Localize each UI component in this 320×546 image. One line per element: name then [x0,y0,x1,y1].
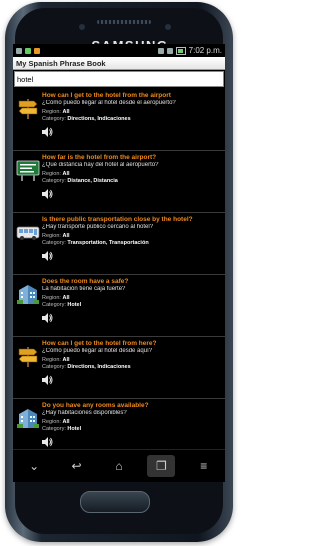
phrase-question: How can I get to the hotel from the airp… [42,92,171,99]
menu-button[interactable]: ≡ [190,455,218,477]
app-icon [34,47,40,54]
phrase-answer: ¿Hay habitaciones disponibles? [42,410,127,416]
region-value: All [62,171,70,177]
region-value: All [62,357,70,363]
phrase-answer: ¿Hay transporte público cercano al hotel… [42,224,154,230]
status-bar: 7:02 p.m. [13,44,225,57]
list-item[interactable]: How can I get to the hotel from the airp… [13,89,225,151]
phrase-answer: ¿Qué distancia hay del hotel al aeropuer… [42,162,159,168]
wifi-icon [157,47,164,54]
region-line: Region: All [42,295,70,301]
front-camera [165,24,171,30]
list-item[interactable]: Is there public transportation close by … [13,213,225,275]
system-icons: 7:02 p.m. [157,46,222,55]
download-icon [25,47,31,54]
phrase-answer: ¿Cómo puedo llegar al hotel desde el aer… [42,100,176,106]
physical-home-key[interactable] [80,491,150,513]
region-label: Region: [42,295,61,301]
recent-apps-button[interactable]: ❐ [147,455,176,477]
notification-icons [16,47,40,54]
home-icon: ⌂ [115,459,123,473]
home-button[interactable]: ⌂ [105,455,133,477]
chevron-down-icon: ⌄ [29,459,40,473]
region-label: Region: [42,171,61,177]
category-value: Directions, Indicaciones [67,364,131,370]
category-line: Category: Hotel [42,426,81,432]
proximity-sensor [79,24,85,30]
category-line: Category: Distance, Distancia [42,178,118,184]
category-value: Directions, Indicaciones [67,116,131,122]
phrase-question: Does the room have a safe? [42,278,129,285]
speaker-icon[interactable] [40,249,54,263]
speaker-icon[interactable] [40,125,54,139]
category-label: Category: [42,240,66,246]
phrase-answer: La habitación tiene caja fuerte? [42,286,126,292]
category-value: Hotel [67,302,82,308]
region-line: Region: All [42,109,70,115]
list-item[interactable]: How far is the hotel from the airport? ¿Q… [13,151,225,213]
speaker-icon[interactable] [40,435,54,449]
region-line: Region: All [42,419,70,425]
category-line: Category: Directions, Indicaciones [42,364,131,370]
category-line: Category: Directions, Indicaciones [42,116,131,122]
speaker-icon[interactable] [40,311,54,325]
category-label: Category: [42,426,66,432]
navigation-bar: ⌄ ↩ ⌂ ❐ ≡ [13,449,225,482]
clock: 7:02 p.m. [188,46,222,55]
category-value: Distance, Distancia [67,178,118,184]
back-button[interactable]: ↩ [63,455,91,477]
list-item[interactable]: Does the room have a safe? La habitación … [13,275,225,337]
category-label: Category: [42,178,66,184]
earpiece-speaker [97,20,151,24]
search-input[interactable] [15,73,223,85]
region-label: Region: [42,419,61,425]
region-label: Region: [42,357,61,363]
signpost-icon [16,96,40,120]
back-icon: ↩ [71,459,82,473]
phrase-question: Do you have any rooms available? [42,402,149,409]
category-label: Category: [42,302,66,308]
phrase-question: Is there public transportation close by … [42,216,193,223]
region-value: All [62,295,70,301]
phrase-question: How far is the hotel from the airport? [42,154,157,161]
app-title: My Spanish Phrase Book [16,58,106,68]
battery-icon [175,46,186,55]
signal-icon [166,47,173,54]
phone-screen: 7:02 p.m. My Spanish Phrase Book How can… [13,44,225,482]
road-sign-icon [16,158,40,182]
hotel-building-icon [16,282,40,306]
region-value: All [62,419,70,425]
search-bar[interactable] [14,71,224,87]
category-label: Category: [42,116,66,122]
app-title-bar: My Spanish Phrase Book [13,57,225,70]
phrase-list[interactable]: How can I get to the hotel from the airp… [13,89,225,464]
speaker-icon[interactable] [40,187,54,201]
list-item[interactable]: How can I get to the hotel from here? ¿Có… [13,337,225,399]
speaker-icon[interactable] [40,373,54,387]
region-line: Region: All [42,171,70,177]
phrase-question: How can I get to the hotel from here? [42,340,157,347]
category-value: Transportation, Transportación [67,240,149,246]
region-value: All [62,109,70,115]
category-value: Hotel [67,426,82,432]
recent-apps-icon: ❐ [155,459,167,473]
hotel-building-icon [16,406,40,430]
notification-icon [16,47,22,54]
menu-icon: ≡ [200,459,208,473]
category-line: Category: Hotel [42,302,81,308]
category-line: Category: Transportation, Transportación [42,240,149,246]
phrase-answer: ¿Cómo puedo llegar al hotel desde aquí? [42,348,153,354]
region-label: Region: [42,109,61,115]
category-label: Category: [42,364,66,370]
region-line: Region: All [42,357,70,363]
bus-icon [16,220,40,244]
region-line: Region: All [42,233,70,239]
nav-down-button[interactable]: ⌄ [20,455,48,477]
region-value: All [62,233,70,239]
signpost-icon [16,344,40,368]
region-label: Region: [42,233,61,239]
